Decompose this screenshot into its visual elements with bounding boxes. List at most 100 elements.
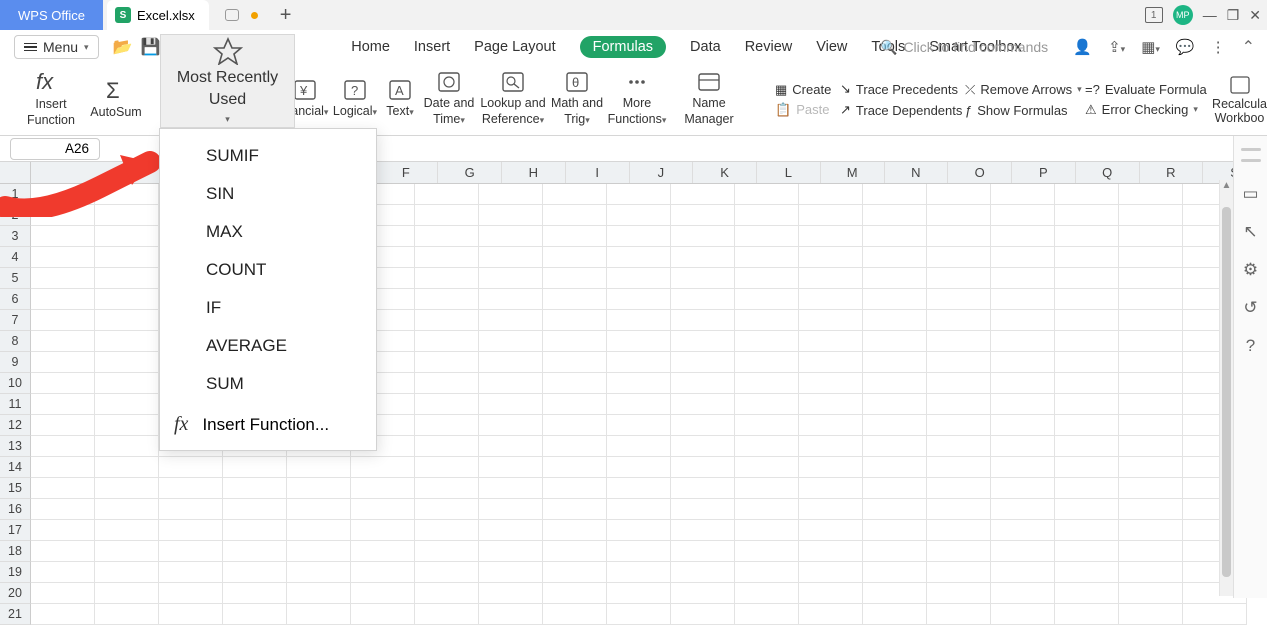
cell[interactable] xyxy=(1119,268,1183,289)
row-header[interactable]: 5 xyxy=(0,268,31,289)
cell[interactable] xyxy=(607,457,671,478)
cell[interactable] xyxy=(927,541,991,562)
cell[interactable] xyxy=(95,499,159,520)
col-g[interactable]: G xyxy=(438,162,502,183)
cell[interactable] xyxy=(671,394,735,415)
cell[interactable] xyxy=(223,562,287,583)
cell[interactable] xyxy=(351,583,415,604)
cell[interactable] xyxy=(415,604,479,625)
cell[interactable] xyxy=(607,205,671,226)
cell[interactable] xyxy=(927,226,991,247)
cell[interactable] xyxy=(31,373,95,394)
trace-dependents-button[interactable]: ↗Trace Dependents xyxy=(840,102,962,118)
cell[interactable] xyxy=(671,436,735,457)
cell[interactable] xyxy=(223,583,287,604)
error-checking-button[interactable]: ⚠Error Checking▾ xyxy=(1085,102,1207,118)
cell[interactable] xyxy=(735,604,799,625)
cell[interactable] xyxy=(1119,205,1183,226)
cell[interactable] xyxy=(159,520,223,541)
cell[interactable] xyxy=(607,289,671,310)
mru-item-sin[interactable]: SIN xyxy=(160,175,376,213)
cell[interactable] xyxy=(799,604,863,625)
cell[interactable] xyxy=(1055,226,1119,247)
cell[interactable] xyxy=(479,352,543,373)
col-o[interactable]: O xyxy=(948,162,1012,183)
cell[interactable] xyxy=(415,226,479,247)
cell[interactable] xyxy=(543,352,607,373)
cell[interactable] xyxy=(1119,415,1183,436)
cell[interactable] xyxy=(415,436,479,457)
cell[interactable] xyxy=(735,247,799,268)
cell[interactable] xyxy=(863,184,927,205)
cell[interactable] xyxy=(991,226,1055,247)
cell[interactable] xyxy=(479,310,543,331)
cell[interactable] xyxy=(927,331,991,352)
cell[interactable] xyxy=(735,226,799,247)
cell[interactable] xyxy=(415,541,479,562)
cell[interactable] xyxy=(927,583,991,604)
cell[interactable] xyxy=(671,373,735,394)
cell[interactable] xyxy=(1055,331,1119,352)
cell[interactable] xyxy=(31,331,95,352)
cell[interactable] xyxy=(415,184,479,205)
col-f[interactable]: F xyxy=(375,162,439,183)
cell[interactable] xyxy=(799,562,863,583)
col-p[interactable]: P xyxy=(1012,162,1076,183)
col-m[interactable]: M xyxy=(821,162,885,183)
cell[interactable] xyxy=(799,289,863,310)
cell[interactable] xyxy=(607,226,671,247)
row-header[interactable]: 17 xyxy=(0,520,31,541)
cell[interactable] xyxy=(351,604,415,625)
row-header[interactable]: 18 xyxy=(0,541,31,562)
cell[interactable] xyxy=(479,184,543,205)
collapse-ribbon-icon[interactable]: ⌃ xyxy=(1242,37,1255,57)
cell[interactable] xyxy=(31,499,95,520)
cell[interactable] xyxy=(95,583,159,604)
cell[interactable] xyxy=(927,268,991,289)
cell[interactable] xyxy=(95,352,159,373)
cell[interactable] xyxy=(415,457,479,478)
cell[interactable] xyxy=(479,541,543,562)
cell[interactable] xyxy=(863,352,927,373)
evaluate-formula-button[interactable]: =?Evaluate Formula xyxy=(1085,82,1207,97)
cell[interactable] xyxy=(479,520,543,541)
cell[interactable] xyxy=(351,457,415,478)
cell[interactable] xyxy=(991,478,1055,499)
row-header[interactable]: 13 xyxy=(0,436,31,457)
cell[interactable] xyxy=(479,226,543,247)
cell[interactable] xyxy=(223,499,287,520)
command-search[interactable]: 🔍 Click to find commands xyxy=(880,39,1048,56)
cell[interactable] xyxy=(95,268,159,289)
cell[interactable] xyxy=(991,541,1055,562)
row-header[interactable]: 15 xyxy=(0,478,31,499)
cell[interactable] xyxy=(415,562,479,583)
cell[interactable] xyxy=(95,457,159,478)
cell[interactable] xyxy=(31,541,95,562)
row-header[interactable]: 11 xyxy=(0,394,31,415)
layout-icon[interactable]: ▭ xyxy=(1242,184,1258,204)
minimize-button[interactable]: — xyxy=(1203,7,1217,23)
math-trig-button[interactable]: θ Math and Trig▾ xyxy=(548,71,606,127)
save-icon[interactable]: 💾 xyxy=(140,37,160,57)
cell[interactable] xyxy=(1055,478,1119,499)
cell[interactable] xyxy=(351,478,415,499)
cell[interactable] xyxy=(799,478,863,499)
cell[interactable] xyxy=(223,520,287,541)
col-k[interactable]: K xyxy=(693,162,757,183)
open-icon[interactable]: 📂 xyxy=(113,37,133,57)
cell[interactable] xyxy=(863,415,927,436)
cell[interactable] xyxy=(1119,604,1183,625)
cell[interactable] xyxy=(863,331,927,352)
cell[interactable] xyxy=(415,415,479,436)
cell[interactable] xyxy=(671,310,735,331)
row-header[interactable]: 20 xyxy=(0,583,31,604)
cell[interactable] xyxy=(671,604,735,625)
cell[interactable] xyxy=(863,604,927,625)
cell[interactable] xyxy=(863,373,927,394)
scroll-up-icon[interactable]: ▲ xyxy=(1220,180,1233,191)
cell[interactable] xyxy=(95,562,159,583)
cell[interactable] xyxy=(479,289,543,310)
cell[interactable] xyxy=(607,394,671,415)
chat-icon[interactable]: 💬 xyxy=(1176,38,1195,56)
cell[interactable] xyxy=(415,583,479,604)
